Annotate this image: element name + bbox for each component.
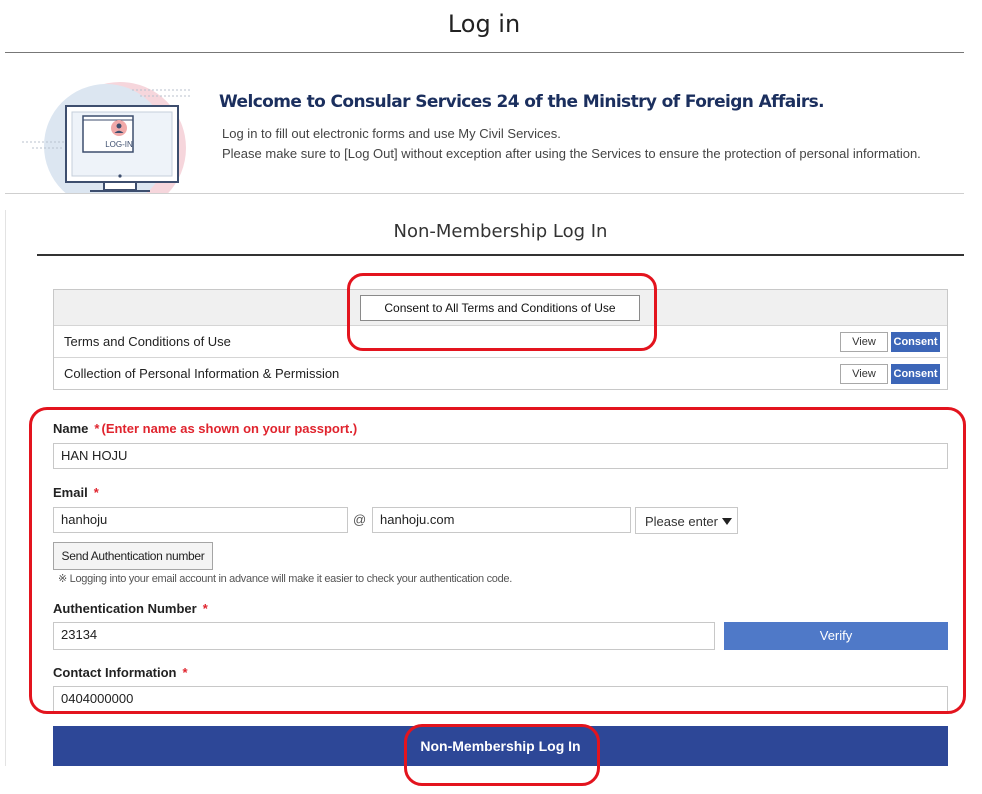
email-label-text: Email: [53, 485, 88, 500]
terms-row-label: Collection of Personal Information & Per…: [64, 366, 340, 381]
consent-terms-button[interactable]: Consent: [891, 332, 940, 352]
caret-down-icon: [722, 518, 732, 525]
email-label: Email *: [53, 485, 99, 500]
title-divider: [5, 52, 964, 53]
banner-divider: [5, 193, 964, 194]
email-domain-select[interactable]: Please enter: [635, 507, 738, 534]
welcome-heading: Welcome to Consular Services 24 of the M…: [219, 92, 825, 112]
intro-text-line-2: Please make sure to [Log Out] without ex…: [222, 146, 921, 161]
required-mark: *: [93, 485, 99, 500]
terms-consent-table: Consent to All Terms and Conditions of U…: [53, 289, 948, 390]
email-domain-input[interactable]: hanhoju.com: [372, 507, 631, 533]
verify-button[interactable]: Verify: [724, 622, 948, 650]
login-illustration: LOG-IN: [20, 78, 200, 194]
view-privacy-button[interactable]: View: [840, 364, 888, 384]
intro-text-line-1: Log in to fill out electronic forms and …: [222, 126, 561, 141]
consent-all-button[interactable]: Consent to All Terms and Conditions of U…: [360, 295, 640, 321]
required-mark: *: [94, 421, 100, 436]
name-input[interactable]: HAN HOJU: [53, 443, 948, 469]
non-membership-login-button[interactable]: Non-Membership Log In: [53, 726, 948, 766]
view-terms-button[interactable]: View: [840, 332, 888, 352]
name-label-text: Name: [53, 421, 89, 436]
terms-header-row: Consent to All Terms and Conditions of U…: [54, 290, 947, 326]
consent-privacy-button[interactable]: Consent: [891, 364, 940, 384]
contact-label-text: Contact Information: [53, 665, 177, 680]
content-left-border: [5, 210, 6, 766]
contact-label: Contact Information *: [53, 665, 188, 680]
page-title: Log in: [447, 10, 521, 38]
contact-input[interactable]: 0404000000: [53, 686, 948, 713]
terms-row-label: Terms and Conditions of Use: [64, 334, 231, 349]
auth-number-label-text: Authentication Number: [53, 601, 197, 616]
send-auth-button[interactable]: Send Authentication number: [53, 542, 213, 570]
auth-note: ※ Logging into your email account in adv…: [58, 573, 513, 585]
auth-number-label: Authentication Number *: [53, 601, 208, 616]
illustration-text: LOG-IN: [105, 140, 133, 149]
required-mark: *: [202, 601, 208, 616]
required-mark: *: [182, 665, 188, 680]
computer-login-icon: LOG-IN: [22, 82, 190, 194]
email-local-input[interactable]: hanhoju: [53, 507, 348, 533]
auth-number-input[interactable]: 23134: [53, 622, 715, 650]
terms-row: Terms and Conditions of Use View Consent: [54, 326, 947, 358]
terms-row: Collection of Personal Information & Per…: [54, 358, 947, 390]
name-note: (Enter name as shown on your passport.): [101, 421, 358, 436]
at-symbol: @: [353, 512, 367, 527]
name-label: Name * (Enter name as shown on your passpo…: [53, 421, 357, 436]
email-domain-select-label: Please enter: [645, 514, 718, 529]
section-title: Non-Membership Log In: [393, 221, 608, 242]
section-divider: [37, 254, 964, 256]
